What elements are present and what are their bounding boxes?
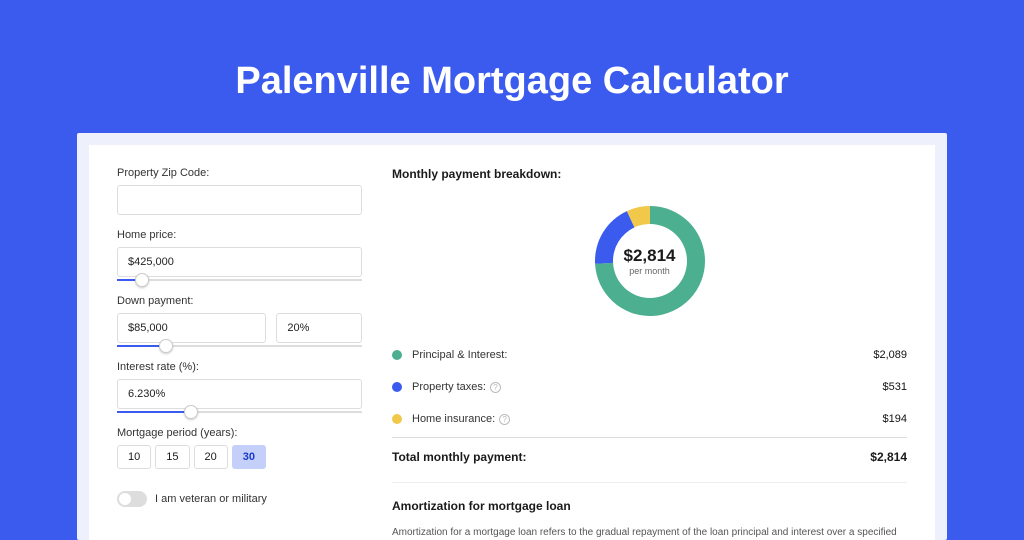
help-icon[interactable]: ? (490, 382, 501, 393)
mortgage-period-segment: 10152030 (117, 445, 362, 469)
form-column: Property Zip Code: Home price: Down paym… (117, 167, 362, 540)
veteran-toggle[interactable] (117, 491, 147, 507)
amortization-body: Amortization for a mortgage loan refers … (392, 525, 907, 540)
donut-chart-wrap: $2,814 per month (392, 193, 907, 339)
period-option-30[interactable]: 30 (232, 445, 266, 469)
veteran-toggle-label: I am veteran or military (155, 493, 267, 505)
slider-handle[interactable] (159, 339, 173, 353)
slider-handle[interactable] (135, 273, 149, 287)
total-value: $2,814 (870, 450, 907, 464)
calculator-panel: Property Zip Code: Home price: Down paym… (89, 145, 935, 540)
legend-dot (392, 414, 402, 424)
home-price-slider[interactable] (117, 279, 362, 281)
period-option-15[interactable]: 15 (155, 445, 189, 469)
donut-chart: $2,814 per month (590, 201, 710, 321)
breakdown-title: Monthly payment breakdown: (392, 167, 907, 181)
legend-dot (392, 382, 402, 392)
zip-label: Property Zip Code: (117, 167, 362, 179)
down-payment-percent-input[interactable] (276, 313, 362, 343)
legend-label: Home insurance:? (412, 413, 883, 425)
down-payment-amount-input[interactable] (117, 313, 266, 343)
down-payment-slider[interactable] (117, 345, 362, 347)
amortization-title: Amortization for mortgage loan (392, 499, 907, 513)
total-row: Total monthly payment: $2,814 (392, 437, 907, 476)
legend-value: $531 (883, 381, 907, 393)
help-icon[interactable]: ? (499, 414, 510, 425)
mortgage-period-label: Mortgage period (years): (117, 427, 362, 439)
home-price-label: Home price: (117, 229, 362, 241)
legend-label: Property taxes:? (412, 381, 883, 393)
home-price-input[interactable] (117, 247, 362, 277)
down-payment-label: Down payment: (117, 295, 362, 307)
legend-value: $2,089 (873, 349, 907, 361)
breakdown-column: Monthly payment breakdown: $2,814 per mo… (392, 167, 907, 540)
interest-rate-slider[interactable] (117, 411, 362, 413)
legend-row: Principal & Interest:$2,089 (392, 339, 907, 371)
interest-rate-label: Interest rate (%): (117, 361, 362, 373)
legend-row: Property taxes:?$531 (392, 371, 907, 403)
donut-subtitle: per month (624, 266, 676, 276)
hero: Palenville Mortgage Calculator (0, 0, 1024, 133)
interest-rate-input[interactable] (117, 379, 362, 409)
outer-panel: Property Zip Code: Home price: Down paym… (77, 133, 947, 540)
legend-dot (392, 350, 402, 360)
legend-label: Principal & Interest: (412, 349, 873, 361)
slider-handle[interactable] (184, 405, 198, 419)
zip-input[interactable] (117, 185, 362, 215)
amortization-section: Amortization for mortgage loan Amortizat… (392, 482, 907, 540)
legend-row: Home insurance:?$194 (392, 403, 907, 435)
page-title: Palenville Mortgage Calculator (0, 60, 1024, 103)
period-option-20[interactable]: 20 (194, 445, 228, 469)
total-label: Total monthly payment: (392, 450, 870, 464)
slider-fill (117, 411, 191, 413)
toggle-knob (119, 493, 131, 505)
donut-amount: $2,814 (624, 246, 676, 266)
period-option-10[interactable]: 10 (117, 445, 151, 469)
legend-value: $194 (883, 413, 907, 425)
